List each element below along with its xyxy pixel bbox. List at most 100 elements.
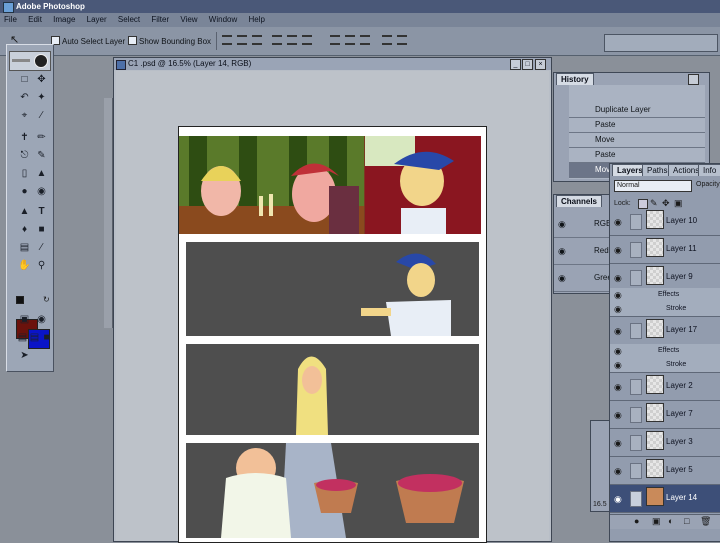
eye-icon[interactable]: ◉ [614, 410, 624, 420]
eye-icon[interactable]: ◉ [614, 273, 624, 283]
eye-icon[interactable]: ◉ [614, 326, 624, 336]
layer-link-icon[interactable] [630, 323, 642, 339]
hand-tool-icon[interactable]: ✋ [17, 259, 32, 273]
brush-tool-icon[interactable]: ✏ [34, 131, 49, 145]
align-hcenter-icon[interactable] [287, 35, 297, 45]
eye-icon[interactable]: ◉ [614, 245, 624, 255]
paint-bucket-tool-icon[interactable]: ▲ [34, 167, 49, 181]
layer-row[interactable]: ◉ Layer 11 [610, 236, 720, 264]
path-selection-tool-icon[interactable]: ▲ [17, 205, 32, 219]
add-mask-icon[interactable]: ▣ [652, 516, 661, 527]
eyedropper-tool-icon[interactable]: ∕ [34, 241, 49, 255]
screen-mode-full-icon[interactable]: ■ [39, 331, 54, 345]
eye-icon[interactable]: ◉ [558, 273, 568, 283]
pen-tool-icon[interactable]: ♦ [17, 223, 32, 237]
lasso-tool-icon[interactable]: ↶ [17, 91, 32, 105]
delete-layer-icon[interactable]: 🗑 [700, 516, 711, 527]
history-brush-tool-icon[interactable]: ✎ [34, 149, 49, 163]
align-top-icon[interactable] [222, 35, 232, 45]
notes-tool-icon[interactable]: ▤ [17, 241, 32, 255]
channel-row[interactable]: ◉ RGB [554, 211, 612, 238]
background-window-scrollbar[interactable] [104, 98, 113, 328]
distribute-vcenter-icon[interactable] [345, 35, 355, 45]
clone-stamp-tool-icon[interactable]: ⎋ [17, 149, 32, 163]
eye-icon[interactable]: ◉ [614, 494, 624, 504]
quick-mask-mode-icon[interactable]: ◉ [34, 313, 49, 327]
eye-icon[interactable]: ◉ [614, 304, 624, 314]
maximize-button[interactable]: □ [522, 59, 533, 70]
layer-row[interactable]: ◉ Layer 5 [610, 457, 720, 485]
align-right-icon[interactable] [302, 35, 312, 45]
eye-icon[interactable]: ◉ [614, 360, 624, 370]
layer-link-icon[interactable] [630, 435, 642, 451]
eye-icon[interactable]: ◉ [614, 382, 624, 392]
layer-row[interactable]: ◉ Layer 17 [610, 317, 720, 345]
layer-link-icon[interactable] [630, 270, 642, 286]
dodge-tool-icon[interactable]: ◉ [34, 185, 49, 199]
layer-row[interactable]: ◉ Layer 7 [610, 401, 720, 429]
menu-window[interactable]: Window [209, 15, 237, 24]
eye-icon[interactable]: ◉ [614, 466, 624, 476]
show-bounding-box-checkbox[interactable]: Show Bounding Box [128, 36, 211, 46]
minimize-button[interactable]: _ [510, 59, 521, 70]
distribute-right-icon[interactable] [397, 35, 407, 45]
eye-icon[interactable]: ◉ [614, 217, 624, 227]
new-layer-icon[interactable]: □ [684, 516, 689, 526]
blend-mode-select[interactable]: Normal [614, 180, 692, 192]
align-vcenter-icon[interactable] [237, 35, 247, 45]
menu-layer[interactable]: Layer [87, 15, 107, 24]
magic-wand-tool-icon[interactable]: ✦ [34, 91, 49, 105]
history-item[interactable]: Duplicate Layer [569, 103, 705, 118]
move-tool-icon[interactable]: ✥ [34, 73, 49, 87]
menu-help[interactable]: Help [248, 15, 264, 24]
close-button[interactable]: × [535, 59, 546, 70]
distribute-top-icon[interactable] [330, 35, 340, 45]
tab-channels[interactable]: Channels [556, 195, 603, 207]
adjustment-layer-icon[interactable]: ◐ [668, 516, 673, 526]
history-item[interactable]: Paste [569, 118, 705, 133]
type-tool-icon[interactable]: T [34, 205, 49, 219]
layer-link-icon[interactable] [630, 407, 642, 423]
distribute-bottom-icon[interactable] [360, 35, 370, 45]
eraser-tool-icon[interactable]: ▯ [17, 167, 32, 181]
layer-effects-row[interactable]: ◉ Effects [610, 288, 720, 302]
layer-row[interactable]: ◉ Layer 3 [610, 429, 720, 457]
eye-icon[interactable]: ◉ [558, 246, 568, 256]
comic-page-canvas[interactable] [178, 126, 487, 543]
layer-row-selected[interactable]: ◉ Layer 14 [610, 485, 720, 513]
align-bottom-icon[interactable] [252, 35, 262, 45]
palette-well[interactable] [604, 34, 718, 52]
menu-view[interactable]: View [180, 15, 197, 24]
menu-edit[interactable]: Edit [28, 15, 42, 24]
canvas-area[interactable] [116, 71, 549, 543]
distribute-left-icon[interactable] [382, 35, 392, 45]
layer-link-icon[interactable] [630, 242, 642, 258]
slice-tool-icon[interactable]: ∕ [34, 109, 49, 123]
align-left-icon[interactable] [272, 35, 282, 45]
photoshop-eye-logo-icon[interactable] [9, 51, 51, 71]
document-title-bar[interactable]: C1 .psd @ 16.5% (Layer 14, RGB) _ □ × [114, 58, 551, 70]
blur-tool-icon[interactable]: ● [17, 185, 32, 199]
channel-row[interactable]: ◉Green [554, 265, 612, 292]
eye-icon[interactable]: ◉ [614, 438, 624, 448]
marquee-tool-icon[interactable]: □ [17, 73, 32, 87]
menu-select[interactable]: Select [118, 15, 140, 24]
standard-mode-icon[interactable]: ▣ [17, 313, 32, 327]
layer-link-icon[interactable] [630, 463, 642, 479]
layer-link-icon[interactable] [630, 379, 642, 395]
layer-link-icon[interactable] [630, 214, 642, 230]
healing-brush-tool-icon[interactable]: ✝ [17, 131, 32, 145]
swap-colors-icon[interactable]: ↻ [43, 295, 50, 304]
eye-icon[interactable]: ◉ [558, 219, 568, 229]
layer-row[interactable]: ◉ Layer 2 [610, 373, 720, 401]
menu-image[interactable]: Image [53, 15, 75, 24]
history-item[interactable]: Move [569, 133, 705, 148]
tab-history[interactable]: History [556, 73, 594, 85]
auto-select-layer-checkbox[interactable]: Auto Select Layer [51, 36, 125, 46]
brush-link-icon[interactable] [630, 491, 642, 507]
tab-info[interactable]: Info [698, 164, 720, 176]
jump-to-imageready-icon[interactable]: ➤ [17, 349, 32, 363]
menu-file[interactable]: File [4, 15, 17, 24]
layer-stroke-row[interactable]: ◉ Stroke [610, 302, 720, 317]
menu-filter[interactable]: Filter [151, 15, 169, 24]
